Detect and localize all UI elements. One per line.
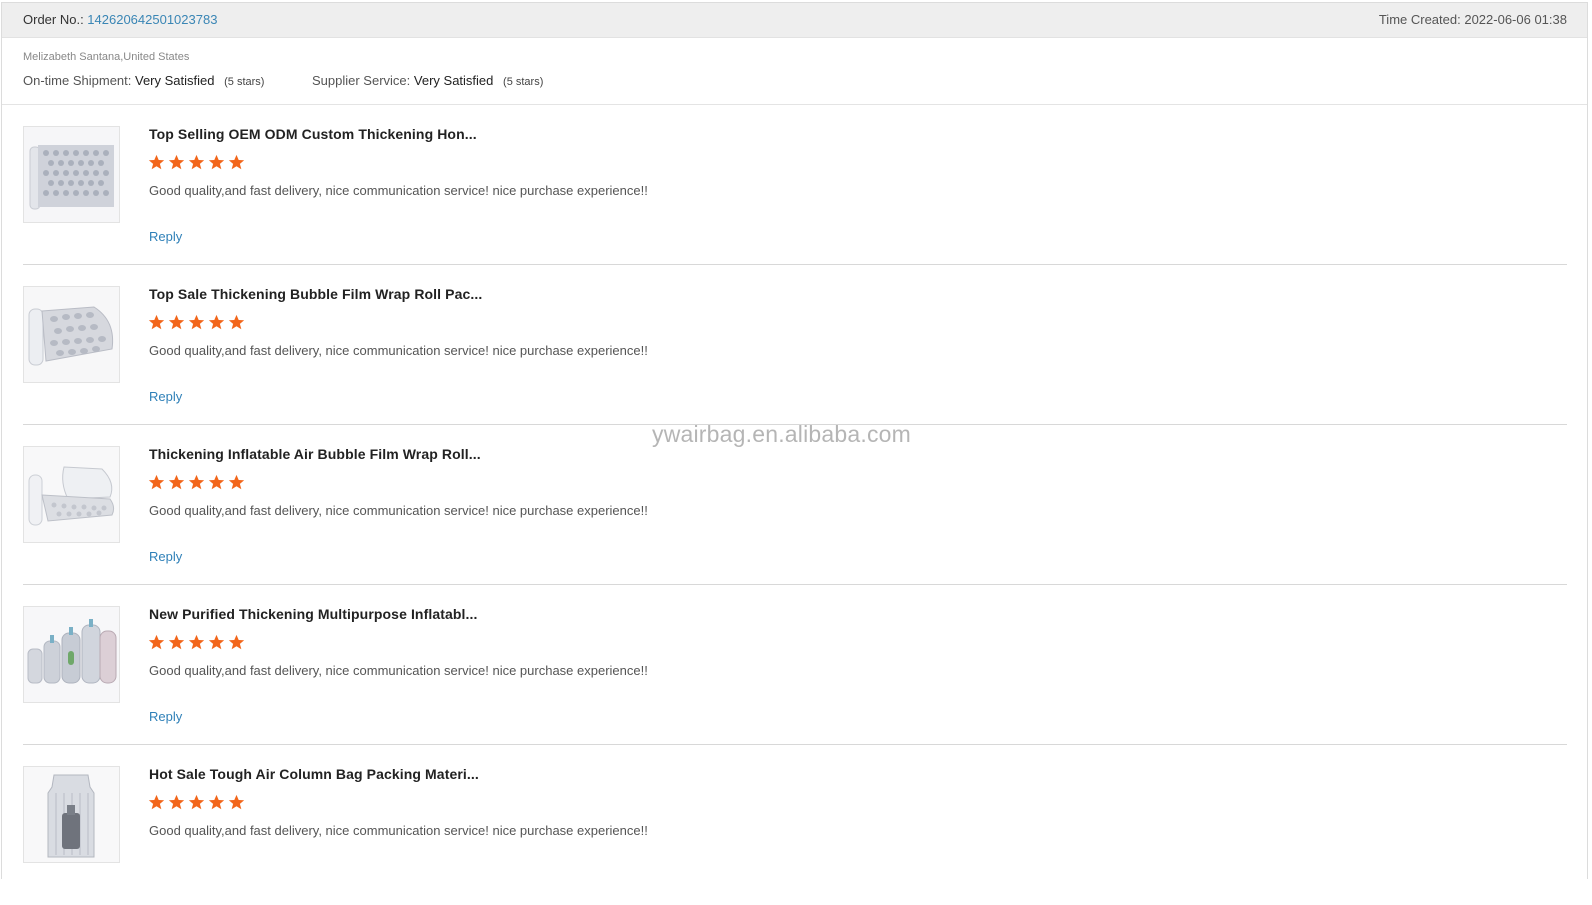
inflatable-bags-icon[interactable] [23,606,120,703]
star-icon [148,794,165,810]
bubble-wrap-roll-icon[interactable] [23,286,120,383]
supplier-service-rating: Supplier Service: Very Satisfied (5 star… [312,73,543,88]
review-comment: Good quality,and fast delivery, nice com… [149,663,648,678]
on-time-shipment-rating: On-time Shipment: Very Satisfied (5 star… [23,73,264,88]
service-label: Supplier Service: [312,73,411,88]
time-created-value: 2022-06-06 01:38 [1464,12,1567,27]
star-icon [228,794,245,810]
star-icon [228,474,245,490]
review-item: Thickening Inflatable Air Bubble Film Wr… [23,425,1567,585]
review-comment: Good quality,and fast delivery, nice com… [149,343,648,358]
review-item: Hot Sale Tough Air Column Bag Packing Ma… [23,745,1567,905]
star-icon [208,474,225,490]
service-value: Very Satisfied [413,73,494,88]
star-rating [148,154,245,171]
buyer-name: Melizabeth Santana,United States [23,51,190,63]
star-icon [148,634,165,650]
star-icon [168,634,185,650]
product-review-list: Top Selling OEM ODM Custom Thickening Ho… [23,105,1567,905]
bubble-film-roll-icon[interactable] [23,126,120,223]
star-icon [188,794,205,810]
star-icon [188,154,205,170]
air-bubble-film-roll-icon[interactable] [23,446,120,543]
review-comment: Good quality,and fast delivery, nice com… [149,823,648,838]
service-stars-note: (5 stars) [503,76,544,88]
star-icon [228,634,245,650]
star-icon [208,314,225,330]
order-number-label: Order No.: [23,12,88,27]
air-column-bag-icon[interactable] [23,766,120,863]
review-item: New Purified Thickening Multipurpose Inf… [23,585,1567,745]
star-icon [208,794,225,810]
product-title-link[interactable]: Top Selling OEM ODM Custom Thickening Ho… [149,126,477,142]
star-rating [148,634,245,651]
order-number-group: Order No.: 142620642501023783 [23,12,217,27]
star-rating [148,314,245,331]
star-icon [188,634,205,650]
time-created-label: Time Created: [1378,12,1465,27]
review-comment: Good quality,and fast delivery, nice com… [149,183,648,198]
product-title-link[interactable]: Thickening Inflatable Air Bubble Film Wr… [149,446,481,462]
order-review-panel: Order No.: 142620642501023783 Time Creat… [1,2,1588,879]
star-rating [148,474,245,491]
shipment-value: Very Satisfied [135,73,215,88]
star-icon [228,154,245,170]
review-comment: Good quality,and fast delivery, nice com… [149,503,648,518]
order-number-link[interactable]: 142620642501023783 [87,12,217,27]
product-title-link[interactable]: Hot Sale Tough Air Column Bag Packing Ma… [149,766,479,782]
star-icon [188,314,205,330]
star-icon [208,634,225,650]
star-icon [168,314,185,330]
buyer-feedback-summary: Melizabeth Santana,United States On-time… [2,38,1587,105]
order-header-bar: Order No.: 142620642501023783 Time Creat… [2,3,1587,38]
star-icon [148,314,165,330]
star-icon [228,314,245,330]
time-created-group: Time Created: 2022-06-06 01:38 [1379,12,1567,27]
star-icon [188,474,205,490]
star-icon [208,154,225,170]
product-title-link[interactable]: New Purified Thickening Multipurpose Inf… [149,606,477,622]
product-title-link[interactable]: Top Sale Thickening Bubble Film Wrap Rol… [149,286,482,302]
shipment-label: On-time Shipment: [23,73,132,88]
star-icon [168,474,185,490]
star-rating [148,794,245,811]
review-item: Top Selling OEM ODM Custom Thickening Ho… [23,105,1567,265]
star-icon [168,154,185,170]
star-icon [148,154,165,170]
star-icon [168,794,185,810]
reply-link[interactable]: Reply [149,549,182,564]
reply-link[interactable]: Reply [149,709,182,724]
review-item: Top Sale Thickening Bubble Film Wrap Rol… [23,265,1567,425]
reply-link[interactable]: Reply [149,389,182,404]
star-icon [148,474,165,490]
reply-link[interactable]: Reply [149,229,182,244]
shipment-stars-note: (5 stars) [224,76,265,88]
